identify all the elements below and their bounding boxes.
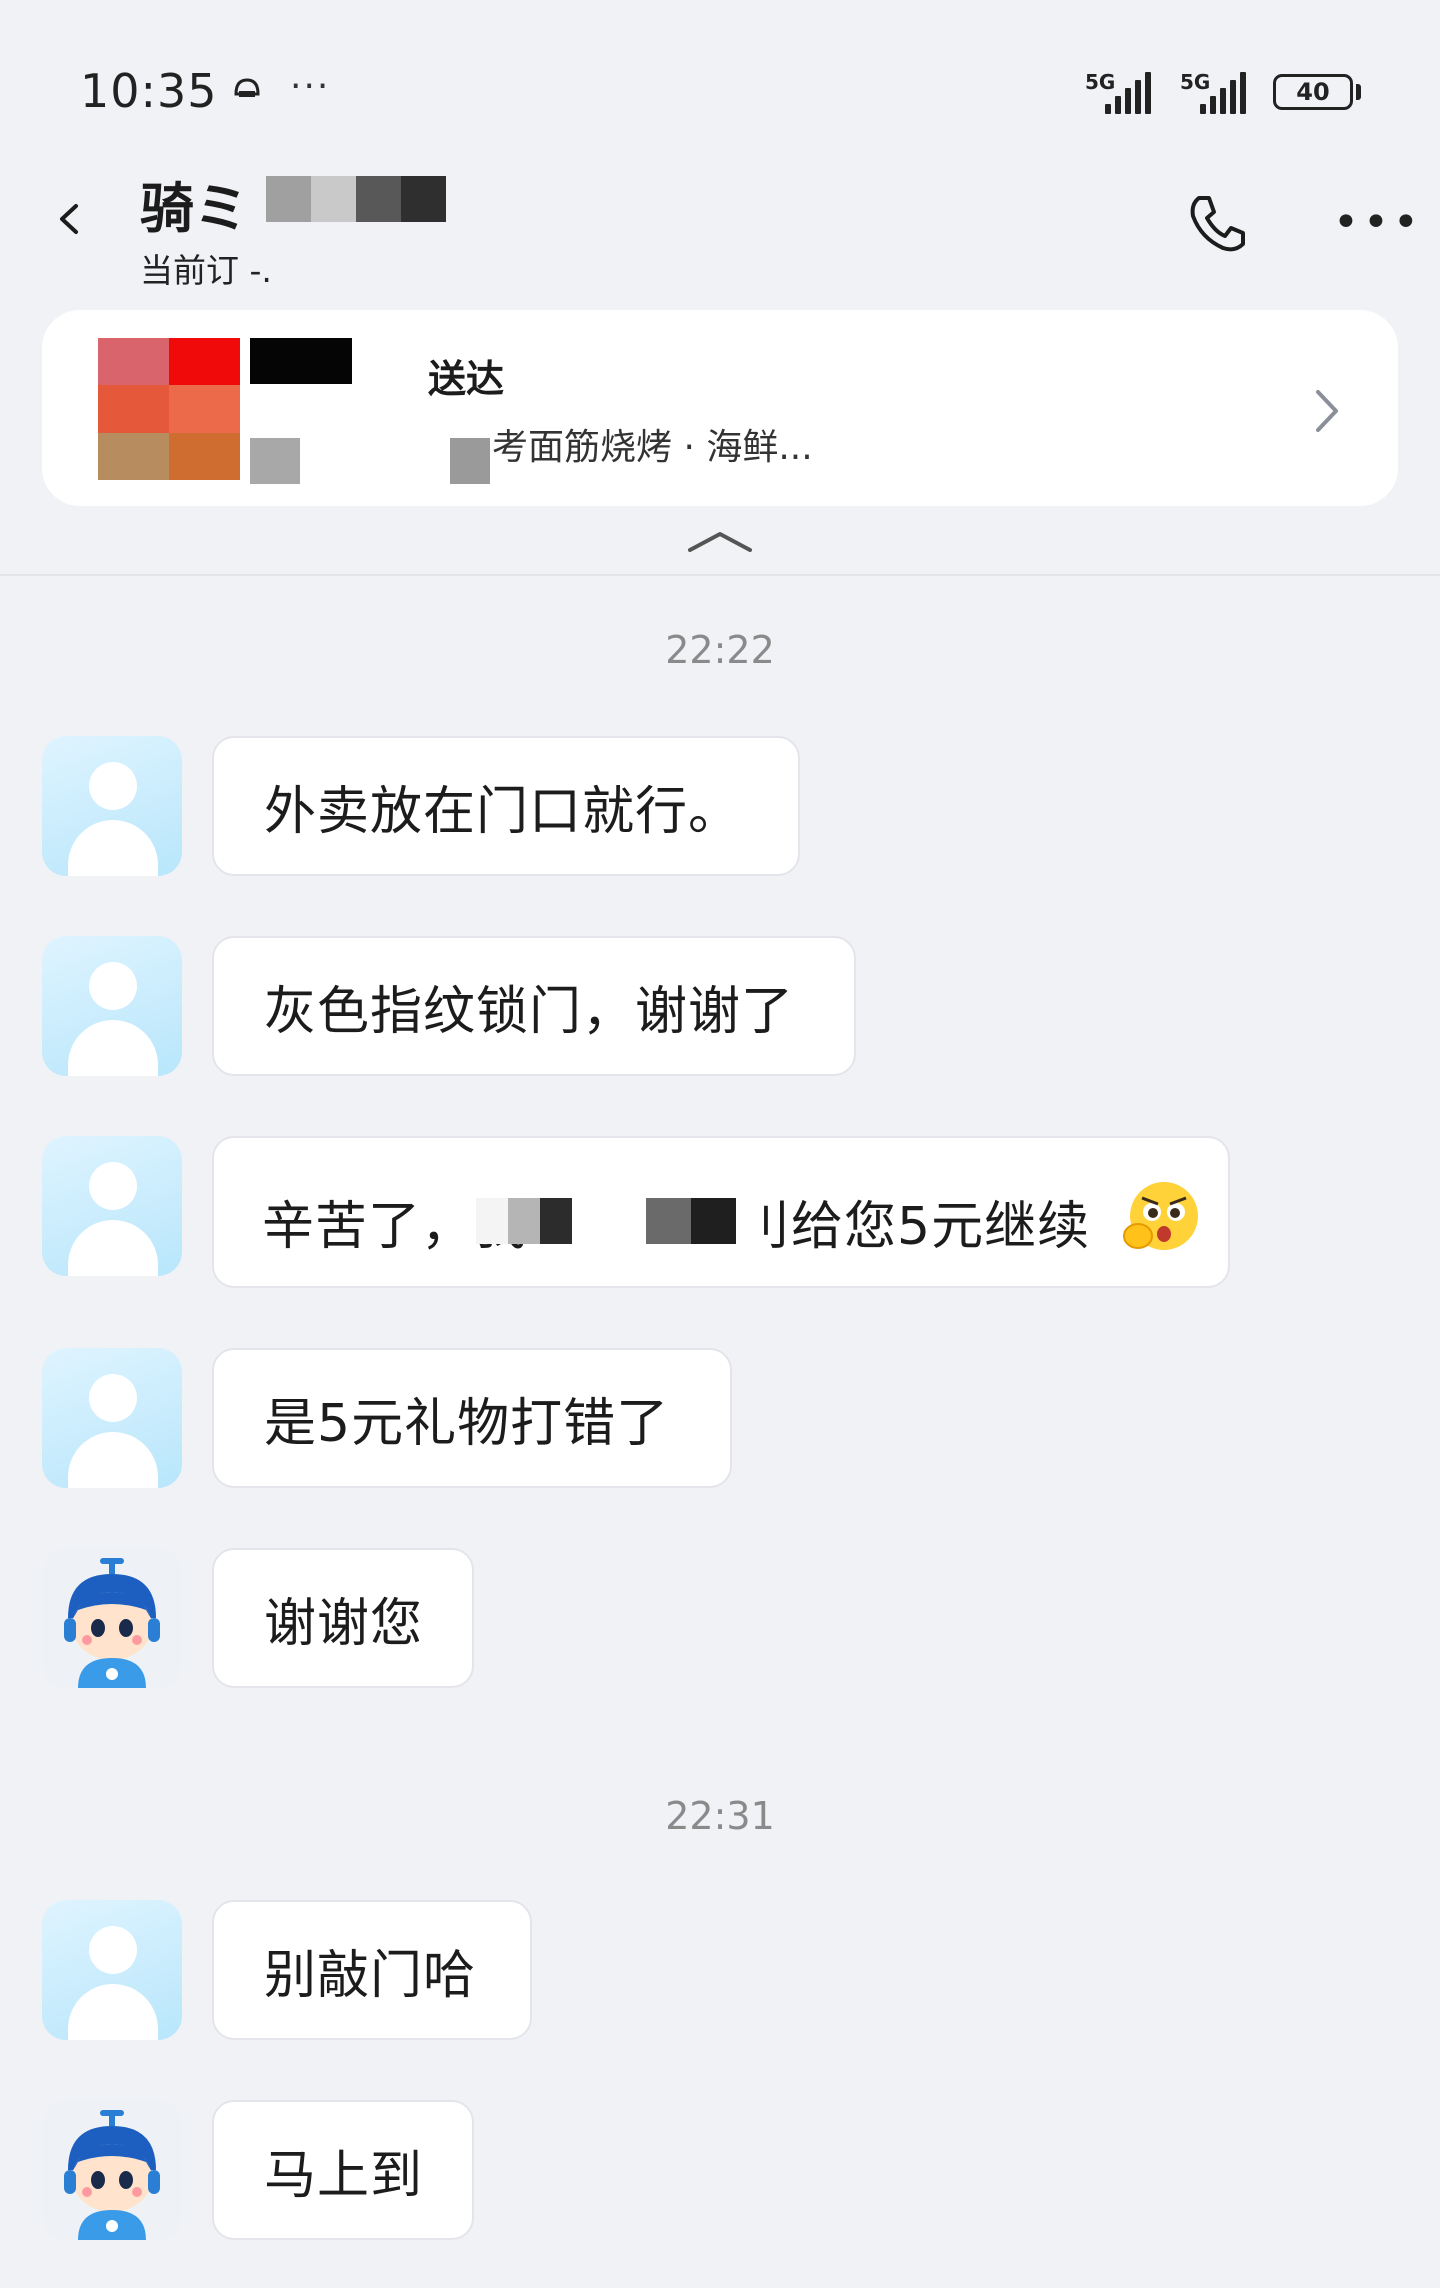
message-bubble[interactable]: 谢谢您 — [212, 1548, 474, 1688]
user-avatar[interactable] — [42, 936, 182, 1076]
chat-header: 骑ミ 当前订 -. ••• — [0, 150, 1440, 300]
order-status: 送达 — [428, 357, 505, 401]
redaction-block — [266, 176, 446, 222]
message-text-part2: 刂给您5元继续 — [738, 1197, 1091, 1257]
message-bubble[interactable]: 外卖放在门口就行。 — [212, 736, 800, 876]
message-text: 外卖放在门口就行。 — [264, 781, 742, 842]
order-card[interactable]: 送达 考面筋烧烤 · 海鲜... — [42, 310, 1398, 506]
rider-mascot-icon — [64, 2110, 160, 2240]
chevron-up-icon[interactable] — [686, 528, 754, 554]
redaction-block — [476, 1198, 572, 1244]
status-time: 10:35 — [80, 64, 218, 118]
phone-icon[interactable] — [1185, 190, 1251, 256]
message-bubble[interactable]: 辛苦了，我 刂给您5元继续 — [212, 1136, 1230, 1288]
message-bubble[interactable]: 别敲门哈 — [212, 1900, 532, 2040]
user-avatar[interactable] — [42, 1136, 182, 1276]
redaction-block — [250, 438, 300, 484]
back-arrow-icon[interactable] — [52, 202, 86, 236]
message-bubble[interactable]: 灰色指纹锁门，谢谢了 — [212, 936, 856, 1076]
rider-avatar[interactable] — [42, 1548, 182, 1688]
battery-level: 40 — [1296, 78, 1330, 106]
angry-face-emoji-icon — [1123, 1182, 1198, 1250]
user-avatar[interactable] — [42, 1900, 182, 2040]
rider-name: 骑ミ — [140, 177, 248, 240]
chevron-right-icon[interactable] — [1312, 388, 1342, 434]
user-avatar[interactable] — [42, 736, 182, 876]
user-avatar[interactable] — [42, 1348, 182, 1488]
divider — [0, 574, 1440, 576]
rider-avatar[interactable] — [42, 2100, 182, 2240]
chat-timestamp: 22:22 — [665, 628, 775, 672]
chat-timestamp: 22:31 — [665, 1794, 775, 1838]
redaction-block — [646, 1198, 736, 1244]
redaction-block — [250, 338, 352, 384]
more-icon[interactable]: ••• — [1333, 201, 1423, 245]
message-bubble[interactable]: 马上到 — [212, 2100, 474, 2240]
redaction-block — [450, 438, 490, 484]
battery-tip — [1356, 84, 1361, 100]
shop-thumbnail — [98, 338, 240, 480]
message-text: 别敲门哈 — [264, 1945, 477, 2006]
order-status-line: 当前订 -. — [140, 251, 272, 290]
status-bar: 10:35 ··· 5G 5G 40 — [0, 0, 1440, 150]
message-bubble[interactable]: 是5元礼物打错了 — [212, 1348, 732, 1488]
message-text: 谢谢您 — [264, 1593, 424, 1654]
message-text: 是5元礼物打错了 — [264, 1393, 670, 1454]
helmet-icon — [234, 78, 260, 97]
signal-1-icon: 5G — [1085, 70, 1160, 114]
notification-dots: ··· — [290, 66, 331, 107]
signal-2-icon: 5G — [1180, 70, 1255, 114]
battery-icon: 40 — [1273, 74, 1353, 110]
order-shop: 考面筋烧烤 · 海鲜... — [492, 427, 813, 468]
message-text: 马上到 — [264, 2145, 424, 2206]
message-text: 灰色指纹锁门，谢谢了 — [264, 981, 795, 1042]
rider-mascot-icon — [64, 1558, 160, 1688]
